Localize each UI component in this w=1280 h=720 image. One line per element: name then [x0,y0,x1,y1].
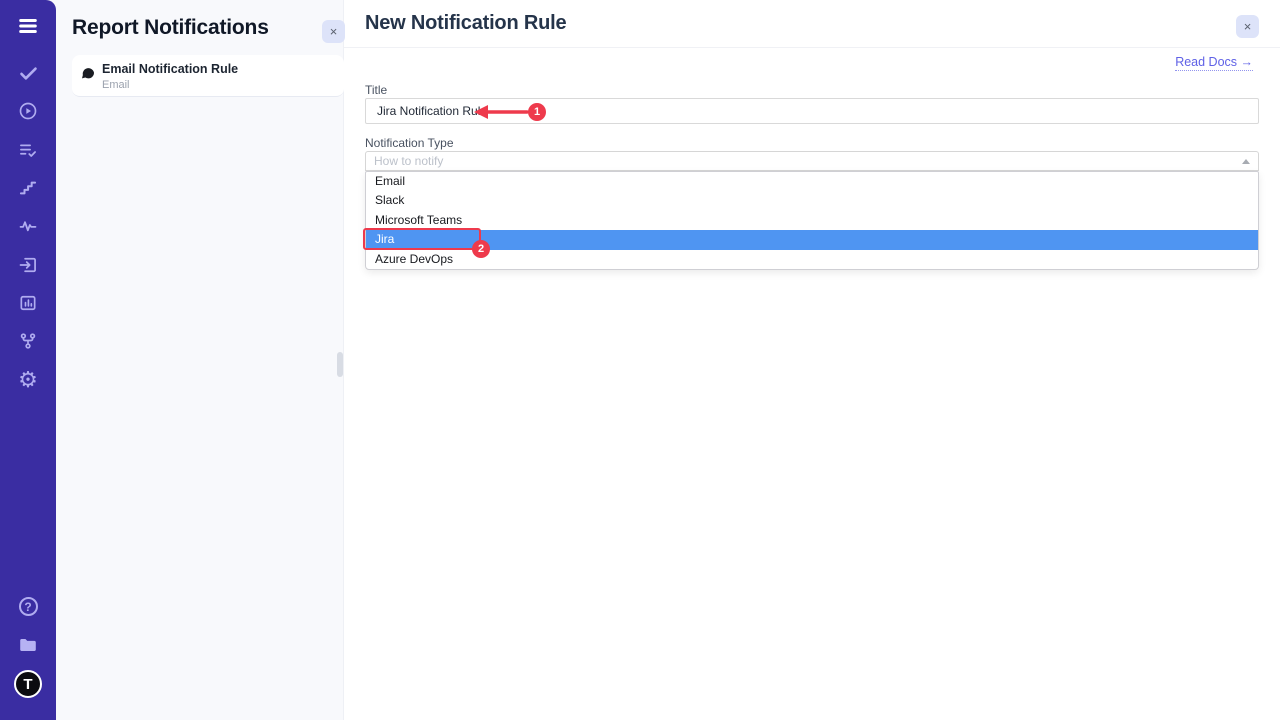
sidebar-item-list-check[interactable] [0,131,56,169]
sidebar-nav: ⚙ [0,54,56,399]
hamburger-menu-button[interactable] [0,13,56,43]
git-fork-icon [18,331,38,351]
folder-icon [17,634,39,656]
check-icon [18,63,39,84]
select-option-microsoft-teams[interactable]: Microsoft Teams [366,211,1258,230]
annotation-step-badge-2: 2 [472,240,490,258]
steps-icon [18,178,38,198]
logo-t-icon: T [14,670,42,698]
title-input[interactable] [365,98,1259,124]
help-button[interactable]: ? [0,587,56,625]
log-in-icon [18,255,38,275]
report-notifications-panel: Report Notifications × Email Notificatio… [56,0,344,720]
sidebar-item-activity[interactable] [0,207,56,245]
select-option-email[interactable]: Email [366,172,1258,191]
sidebar-item-log-in[interactable] [0,245,56,283]
play-circle-icon [18,101,38,121]
panel-title: Report Notifications [72,16,269,40]
notification-type-dropdown: Email Slack Microsoft Teams Jira Azure D… [365,171,1259,270]
list-check-icon [18,140,38,160]
gear-icon: ⚙ [18,369,38,391]
sidebar-item-settings[interactable]: ⚙ [0,360,56,398]
panel-close-button[interactable]: × [322,20,345,43]
panel-resize-handle[interactable] [337,352,343,377]
sidebar: ⚙ ? T [0,0,56,720]
select-option-jira[interactable]: Jira [366,230,1258,249]
notification-type-select[interactable]: How to notify [365,151,1259,171]
menu-icon [17,15,39,42]
message-bubble-icon [80,65,96,86]
select-option-azure-devops[interactable]: Azure DevOps [366,250,1258,269]
sidebar-item-git-fork[interactable] [0,322,56,360]
title-field-label: Title [365,83,387,97]
notification-rule-list-item[interactable]: Email Notification Rule Email [72,55,344,97]
activity-pulse-icon [18,216,38,236]
caret-up-icon [1242,159,1250,164]
help-circle-icon: ? [19,597,38,616]
drawer-close-button[interactable]: × [1236,15,1259,38]
close-icon: × [330,25,338,38]
sidebar-item-steps[interactable] [0,169,56,207]
app-logo-button[interactable]: T [0,664,56,704]
sidebar-item-play[interactable] [0,92,56,130]
list-item-title: Email Notification Rule [102,62,238,76]
list-item-text: Email Notification Rule Email [102,62,238,91]
drawer-header: New Notification Rule × [344,0,1280,48]
annotation-step-badge-1: 1 [528,103,546,121]
select-placeholder: How to notify [374,154,443,168]
select-option-slack[interactable]: Slack [366,191,1258,210]
read-docs-link[interactable]: Read Docs → [1175,55,1253,71]
close-icon: × [1244,20,1252,33]
drawer-title: New Notification Rule [365,12,566,35]
notification-type-label: Notification Type [365,136,454,150]
sidebar-bottom: ? T [0,587,56,704]
bar-chart-box-icon [18,293,38,313]
list-item-subtitle: Email [102,79,238,91]
sidebar-item-bar-chart[interactable] [0,284,56,322]
new-notification-rule-drawer: New Notification Rule × Read Docs → Titl… [344,0,1280,720]
folder-button[interactable] [0,626,56,664]
sidebar-item-check[interactable] [0,54,56,92]
app-window: ⚙ ? T Report Notifications × [0,0,1280,720]
